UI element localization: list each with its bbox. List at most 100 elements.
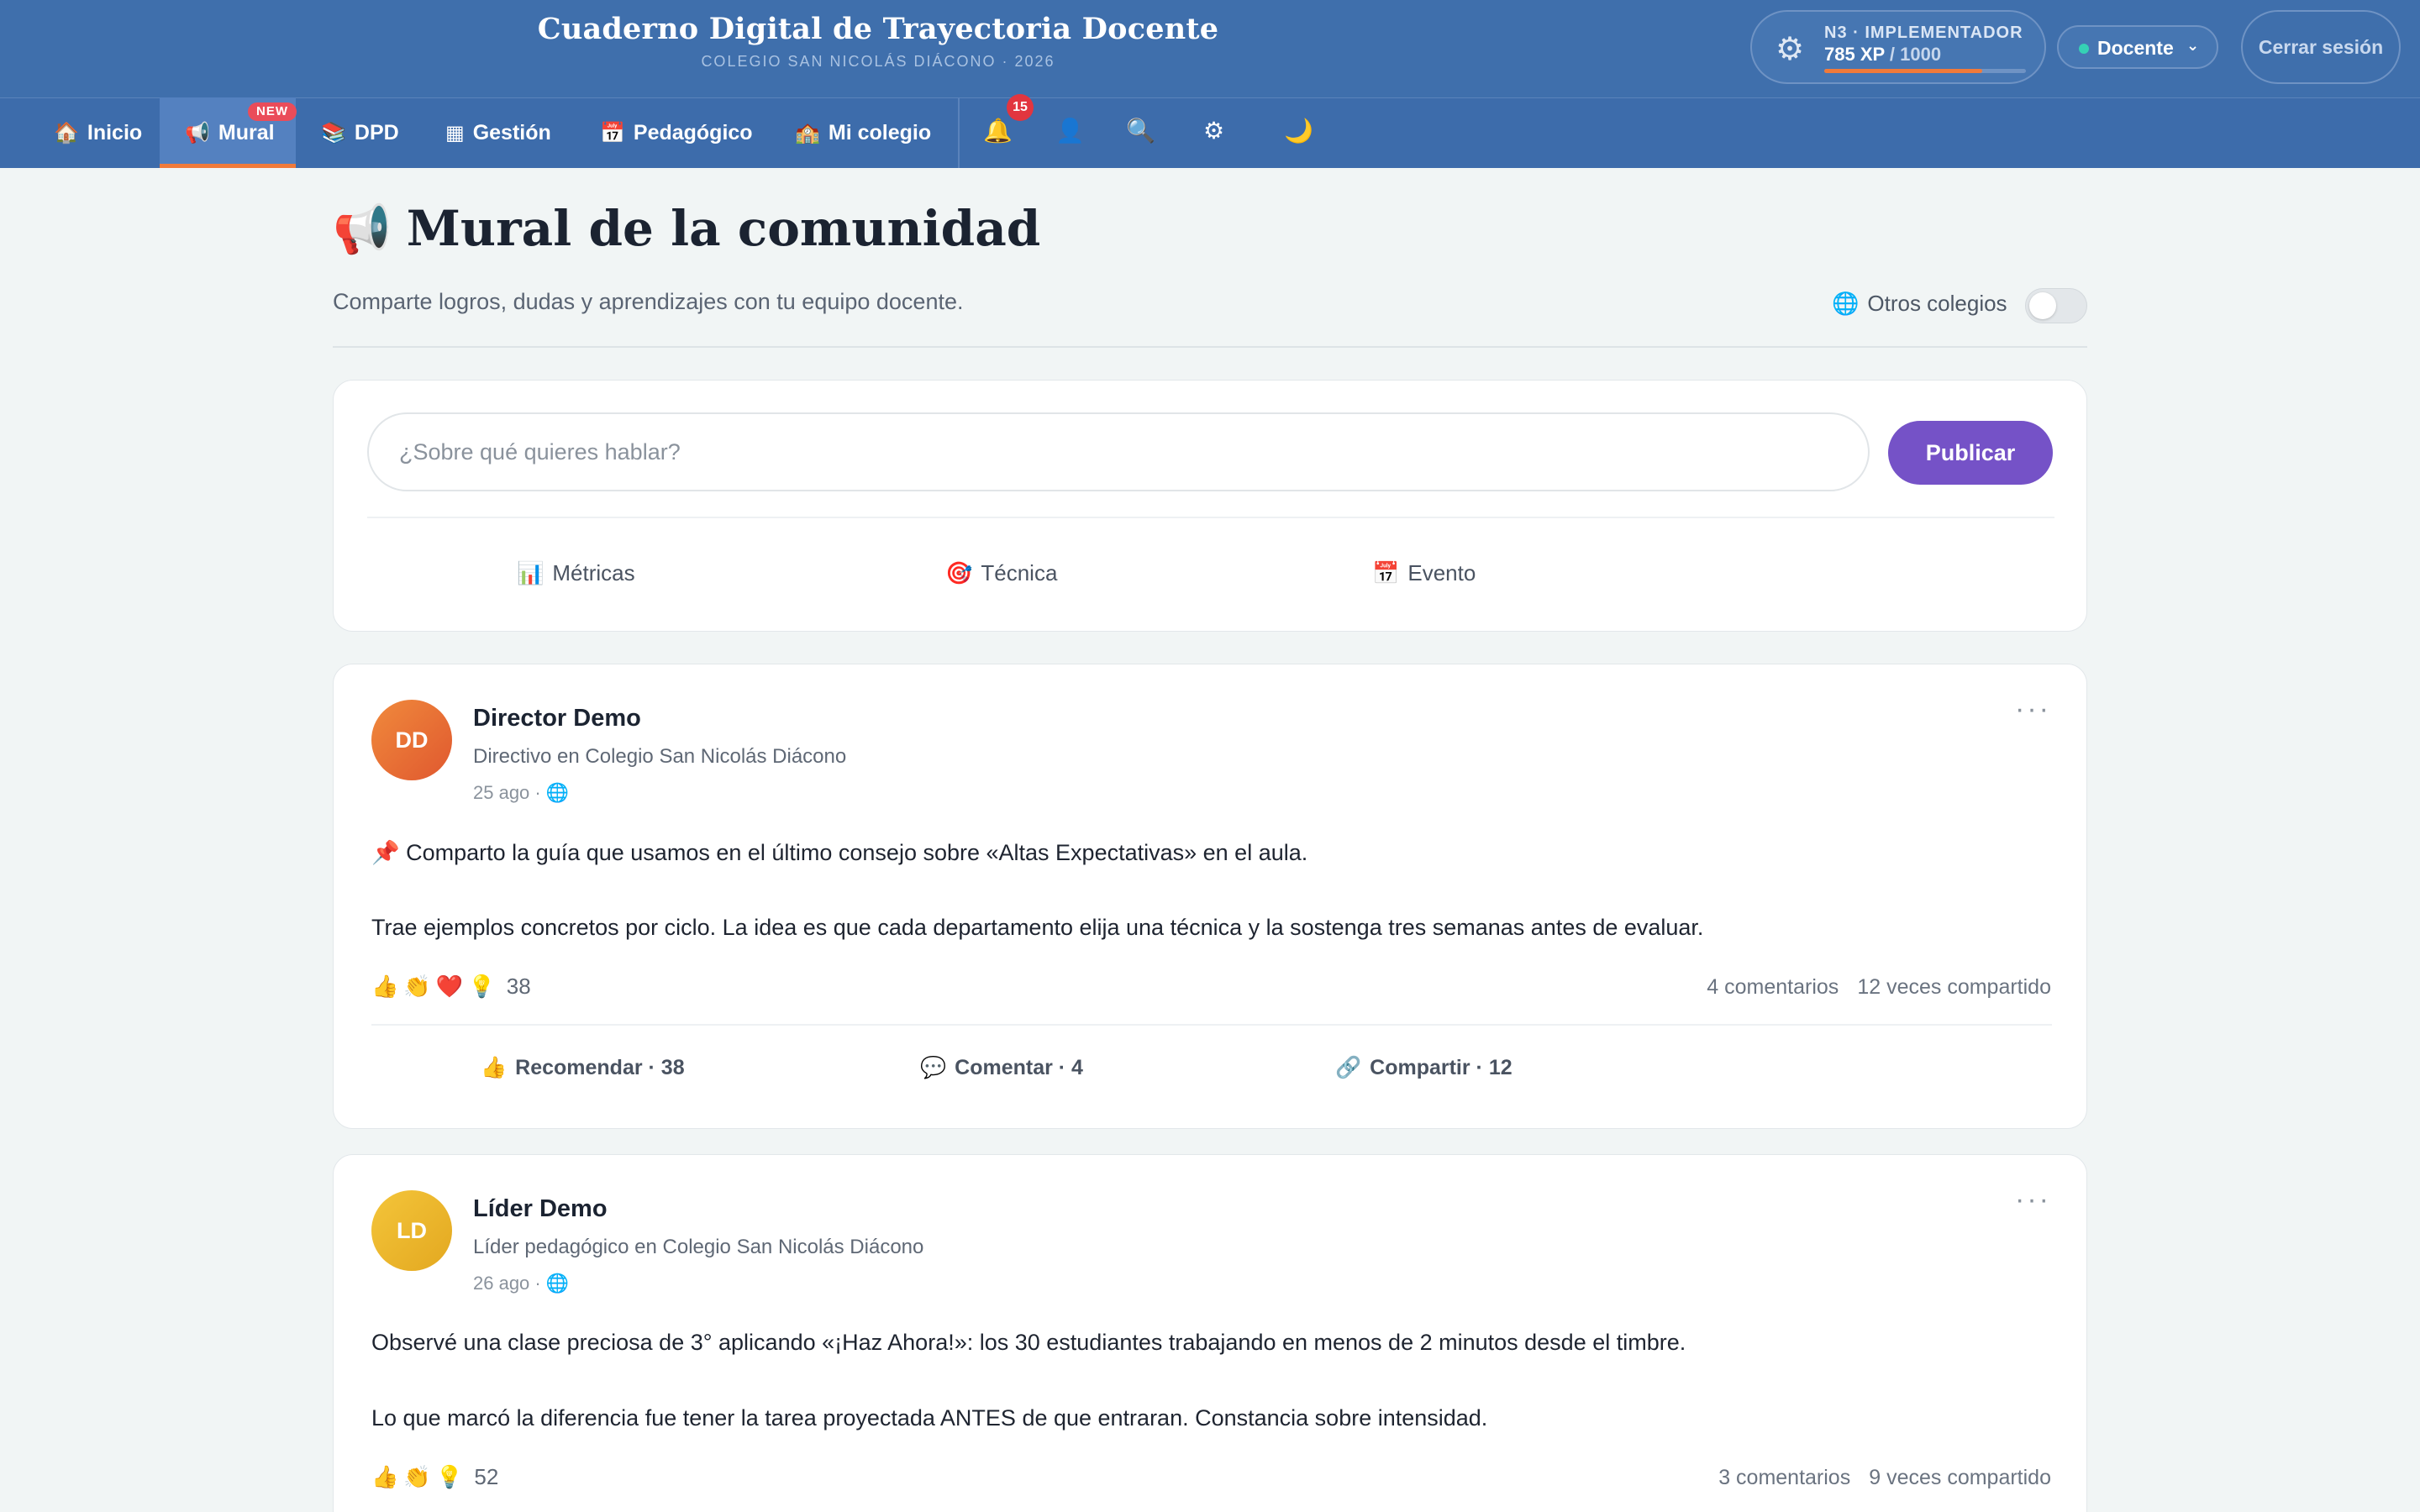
avatar[interactable]: DD [371,700,452,780]
post-author[interactable]: Director Demo [473,705,641,732]
grid-icon: ▦ [445,122,465,144]
bell-icon[interactable]: 🔔 [983,114,1013,148]
other-schools-toggle[interactable] [2025,288,2087,323]
pin-icon: 📌 [371,840,407,865]
globe-icon: 🌐 [1832,291,1860,316]
nav-item-label: Gestión [472,121,551,144]
reaction-summary[interactable]: 👍 👏 💡 52 [371,1464,498,1490]
shares-count[interactable]: 12 veces compartido [1857,975,2051,999]
thumbs-up-icon: 👍 [371,1464,399,1489]
brand: Cuaderno Digital de Trayectoria Docente … [0,12,1756,71]
reaction-count: 52 [474,1464,499,1489]
settings-gear-icon[interactable]: ⚙ [1203,114,1224,148]
user-icon[interactable]: 👤 [1055,114,1085,148]
composer-tecnica-button[interactable]: 🎯 Técnica [945,560,1057,586]
post-author-role: Directivo en Colegio San Nicolás Diácono [473,745,847,768]
post-text: Comparto la guía que usamos en el último… [406,840,1308,865]
more-options-icon[interactable]: ··· [2015,1184,2051,1216]
nav-item-label: Pedagógico [633,121,753,144]
nav-item-label: Mi colegio [828,121,932,144]
nav-item-label: Mural [218,121,275,144]
moon-icon[interactable]: 🌙 [1284,114,1313,148]
nav-item-dpd[interactable]: 📚 DPD [321,97,399,168]
shares-count[interactable]: 9 veces compartido [1869,1466,2051,1489]
recommend-label: Recomendar · 38 [515,1056,685,1079]
nav-divider [958,97,960,168]
post-card: DD Director Demo Directivo en Colegio Sa… [333,664,2087,1129]
composer-action-label: Evento [1407,560,1476,585]
more-options-icon[interactable]: ··· [2015,693,2051,726]
target-icon: 🎯 [945,560,973,585]
composer-metricas-button[interactable]: 📊 Métricas [517,560,635,586]
divider [367,517,2054,518]
xp-progress-pill[interactable]: ⚙ N3 · IMPLEMENTADOR 785 XP / 1000 [1750,10,2046,84]
gear-icon: ⚙ [1776,32,1805,67]
thumbs-up-icon: 👍 [371,974,399,999]
calendar-icon: 📅 [600,122,625,144]
recommend-button[interactable]: 👍 Recomendar · 38 [481,1056,685,1080]
comment-label: Comentar · 4 [955,1056,1083,1079]
xp-max: / 1000 [1889,44,1942,65]
nav-item-gestion[interactable]: ▦ Gestión [445,97,551,168]
globe-icon: 🌐 [545,782,570,803]
xp-progress-fill [1824,69,1983,73]
reaction-count: 38 [506,974,531,999]
page-title-text: Mural de la comunidad [406,200,1041,257]
bar-chart-icon: 📊 [517,560,544,585]
page-title: 📢 Mural de la comunidad [333,200,1040,257]
thumbs-up-icon: 👍 [481,1056,508,1079]
role-label: Docente [2097,37,2174,59]
logout-button[interactable]: Cerrar sesión [2241,10,2401,84]
clap-icon: 👏 [403,1464,431,1489]
other-schools-label: 🌐 Otros colegios [1832,291,2007,317]
composer-action-label: Técnica [981,560,1058,585]
publish-button[interactable]: Publicar [1888,421,2053,485]
comment-button[interactable]: 💬 Comentar · 4 [920,1056,1083,1080]
post-date: 26 ago · 🌐 [473,1273,569,1294]
calendar-icon: 📅 [1372,560,1400,585]
school-icon: 🏫 [795,122,820,144]
app-title: Cuaderno Digital de Trayectoria Docente [537,12,1219,46]
post-text-line: Lo que marcó la diferencia fue tener la … [371,1405,1488,1431]
nav-item-pedagogico[interactable]: 📅 Pedagógico [600,97,753,168]
divider [371,1024,2052,1026]
chevron-down-icon: ⌄ [2186,37,2200,54]
xp-value: 785 XP / 1000 [1824,44,1941,66]
toggle-knob [2029,292,2056,319]
nav-item-inicio[interactable]: 🏠 Inicio [40,97,155,168]
status-dot [2079,44,2089,54]
nav-item-mi-colegio[interactable]: 🏫 Mi colegio [795,97,931,168]
megaphone-icon: 📢 [333,202,392,257]
post-text-line: Observé una clase preciosa de 3° aplican… [371,1330,1686,1355]
books-icon: 📚 [321,122,346,144]
house-icon: 🏠 [54,122,79,144]
new-badge: NEW [248,102,297,121]
role-selector[interactable]: Docente ⌄ [2057,25,2218,69]
other-schools-text: Otros colegios [1867,291,2007,316]
lightbulb-icon: 💡 [468,974,496,999]
reaction-summary[interactable]: 👍 👏 ❤️ 💡 38 [371,974,531,1000]
avatar[interactable]: LD [371,1190,452,1271]
search-icon[interactable]: 🔍 [1126,114,1155,148]
lightbulb-icon: 💡 [435,1464,464,1489]
post-input[interactable] [367,412,1870,491]
post-composer: Publicar 📊 Métricas 🎯 Técnica 📅 Evento [333,380,2087,632]
app-subtitle: COLEGIO SAN NICOLÁS DIÁCONO · 2026 [701,53,1055,70]
post-stats: 4 comentarios 12 veces compartido [1688,975,2051,1000]
share-button[interactable]: 🔗 Compartir · 12 [1335,1056,1512,1080]
composer-action-label: Métricas [552,560,635,585]
post-author-role: Líder pedagógico en Colegio San Nicolás … [473,1236,924,1258]
nav-item-label: Inicio [87,121,143,144]
post-author[interactable]: Líder Demo [473,1195,608,1223]
megaphone-icon: 📢 [185,122,210,144]
link-icon: 🔗 [1335,1056,1362,1079]
comments-count[interactable]: 3 comentarios [1718,1466,1850,1489]
composer-evento-button[interactable]: 📅 Evento [1372,560,1476,586]
nav-item-label: DPD [354,121,399,144]
clap-icon: 👏 [403,974,431,999]
speech-bubble-icon: 💬 [920,1056,947,1079]
xp-progress-bar [1824,69,2026,73]
comments-count[interactable]: 4 comentarios [1707,975,1839,999]
post-text-line: Trae ejemplos concretos por ciclo. La id… [371,915,1704,940]
notification-count-badge: 15 [1007,94,1034,121]
